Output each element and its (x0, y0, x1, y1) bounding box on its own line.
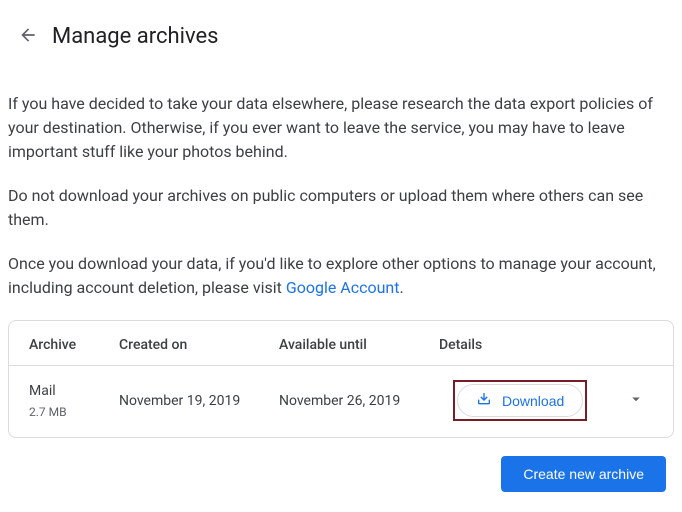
back-button[interactable] (8, 16, 48, 56)
table-header-row: Archive Created on Available until Detai… (9, 321, 673, 366)
content-area: If you have decided to take your data el… (0, 64, 682, 508)
arrow-left-icon (18, 25, 38, 48)
download-button[interactable]: Download (457, 384, 583, 417)
header-available: Available until (279, 337, 439, 353)
archive-size: 2.7 MB (29, 405, 119, 419)
header-created: Created on (119, 337, 279, 353)
archive-name: Mail (29, 383, 119, 399)
info-paragraph-3-suffix: . (400, 278, 404, 297)
info-paragraph-3: Once you download your data, if you'd li… (8, 252, 674, 300)
table-row: Mail 2.7 MB November 19, 2019 November 2… (9, 366, 673, 437)
archives-card: Archive Created on Available until Detai… (8, 320, 674, 438)
header-details: Details (439, 337, 499, 353)
google-account-link[interactable]: Google Account (286, 278, 400, 297)
cell-archive: Mail 2.7 MB (29, 383, 119, 419)
header-archive: Archive (29, 337, 119, 353)
info-paragraph-2: Do not download your archives on public … (8, 184, 674, 232)
info-paragraph-1: If you have decided to take your data el… (8, 92, 674, 164)
chevron-down-icon (627, 396, 645, 411)
create-new-archive-button[interactable]: Create new archive (501, 456, 666, 492)
page-title: Manage archives (52, 24, 219, 49)
page-header: Manage archives (0, 0, 682, 64)
download-highlight: Download (453, 380, 587, 421)
cell-details: Download (439, 380, 653, 421)
cell-created: November 19, 2019 (119, 393, 279, 409)
download-label: Download (502, 393, 564, 409)
footer-actions: Create new archive (8, 438, 674, 508)
cell-available: November 26, 2019 (279, 393, 439, 409)
download-icon (476, 391, 502, 410)
expand-button[interactable] (619, 382, 653, 419)
